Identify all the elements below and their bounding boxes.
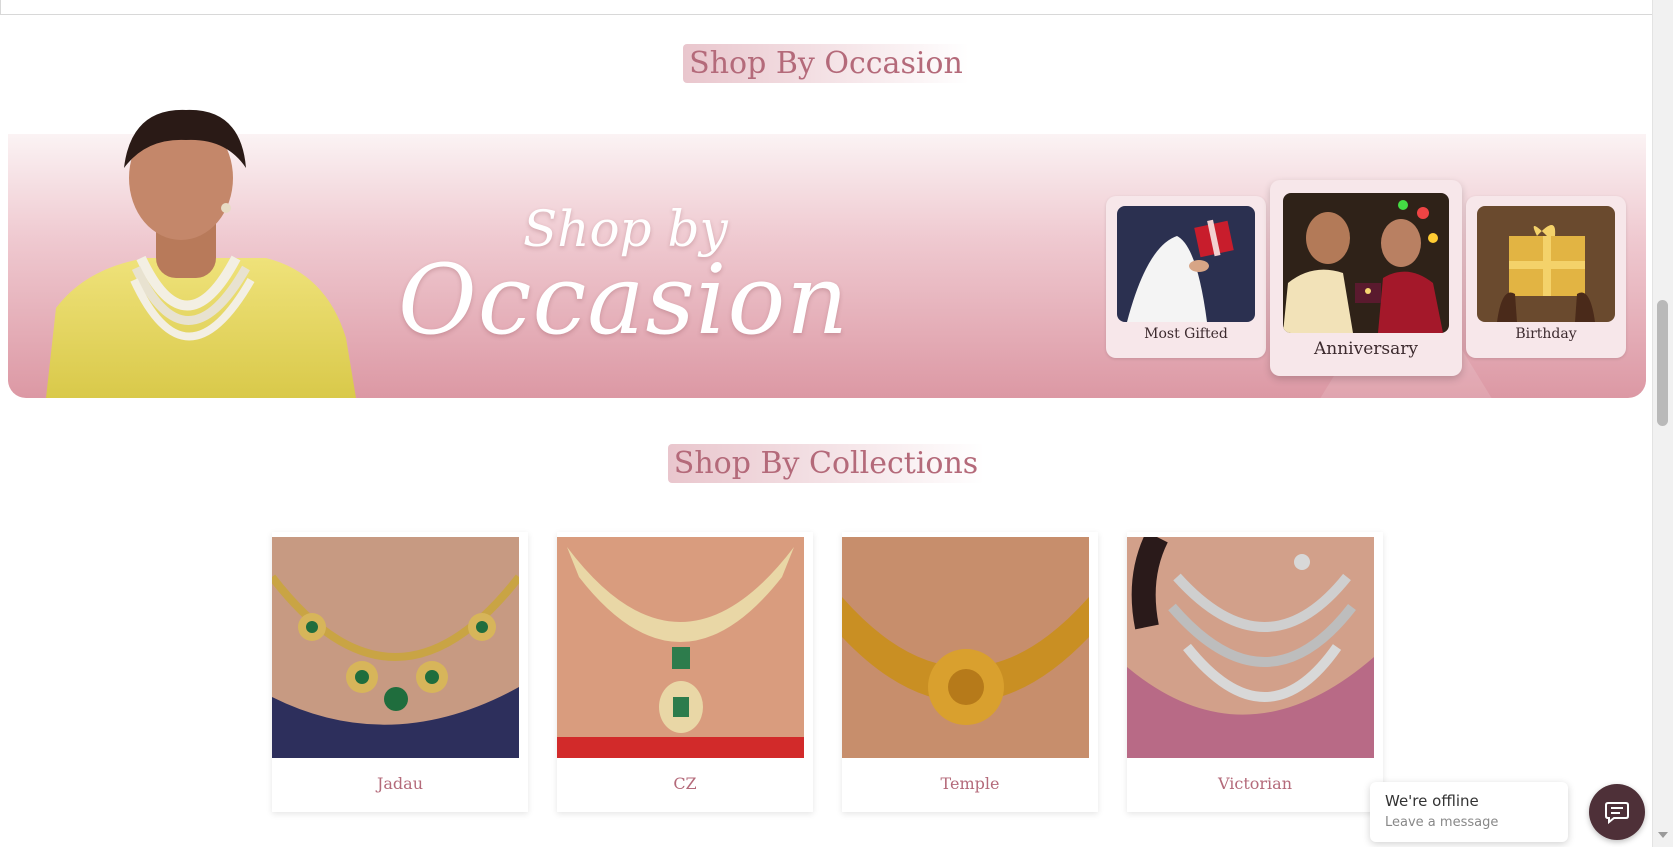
occasion-label: Most Gifted	[1144, 326, 1228, 342]
vertical-scrollbar[interactable]	[1652, 0, 1673, 847]
jadau-necklace-photo	[272, 537, 519, 758]
occasion-label: Birthday	[1515, 326, 1577, 342]
shop-by-collections-heading: Shop By Collections	[0, 444, 1652, 483]
collection-label: CZ	[673, 774, 697, 793]
occasion-label: Anniversary	[1314, 339, 1418, 359]
scrollbar-thumb[interactable]	[1657, 300, 1668, 426]
victorian-necklace-photo	[1127, 537, 1374, 758]
banner-title-line2: Occasion	[398, 244, 850, 356]
collection-label: Victorian	[1217, 774, 1293, 793]
occasion-card-anniversary[interactable]: Anniversary	[1270, 180, 1462, 376]
cz-necklace-photo	[557, 537, 804, 758]
scroll-down-arrow-icon[interactable]	[1658, 832, 1668, 838]
banner-title: Shop by Occasion	[398, 200, 848, 370]
top-header-strip	[0, 0, 1654, 15]
chat-button[interactable]	[1589, 784, 1645, 840]
occasion-card-most-gifted[interactable]: Most Gifted	[1106, 196, 1266, 358]
couple-ring-photo	[1283, 193, 1449, 333]
model-photo	[46, 109, 356, 398]
occasion-card-birthday[interactable]: Birthday	[1466, 196, 1626, 358]
chat-offline-bubble[interactable]: We're offline Leave a message	[1370, 782, 1568, 842]
collection-label: Jadau	[376, 774, 424, 793]
gold-gift-photo	[1477, 206, 1615, 322]
gift-box-photo	[1117, 206, 1255, 322]
occasion-heading-text: Shop By Occasion	[683, 44, 969, 83]
shop-by-occasion-heading: Shop By Occasion	[0, 44, 1652, 83]
collection-card-jadau[interactable]: Jadau	[272, 532, 528, 812]
collection-card-temple[interactable]: Temple	[842, 532, 1098, 812]
collection-card-victorian[interactable]: Victorian	[1127, 532, 1383, 812]
collection-card-cz[interactable]: CZ	[557, 532, 813, 812]
collection-label: Temple	[940, 774, 1000, 793]
collections-heading-text: Shop By Collections	[667, 444, 985, 483]
chat-prompt: Leave a message	[1385, 815, 1499, 830]
chat-status: We're offline	[1385, 792, 1479, 810]
temple-necklace-photo	[842, 537, 1089, 758]
